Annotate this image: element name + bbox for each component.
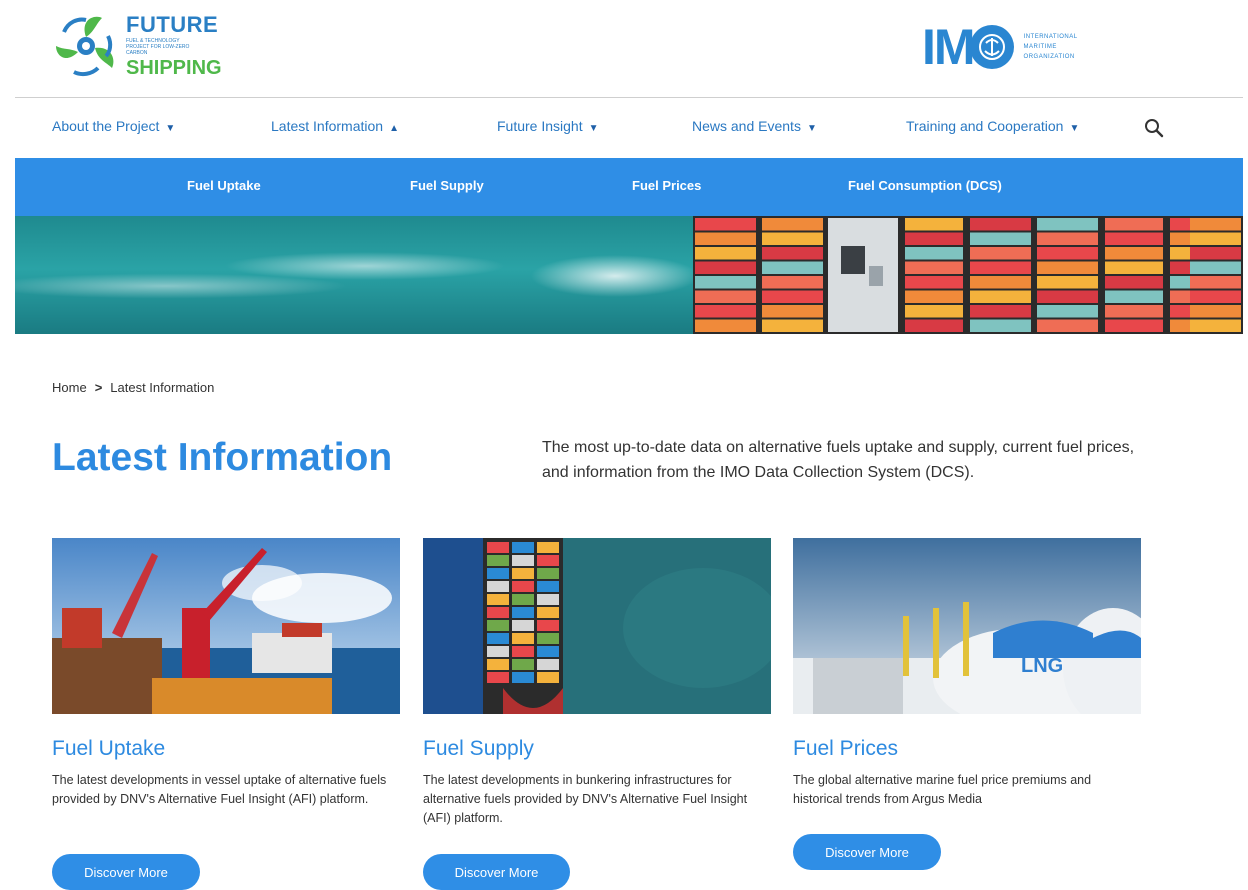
chevron-down-icon: ▼ <box>165 123 176 134</box>
discover-more-button[interactable]: Discover More <box>793 834 941 870</box>
discover-more-button[interactable]: Discover More <box>423 854 570 890</box>
card-title[interactable]: Fuel Supply <box>423 737 773 761</box>
nav-label: About the Project <box>52 118 160 134</box>
card-title[interactable]: Fuel Uptake <box>52 737 402 761</box>
lng-tanker-image[interactable]: LNG <box>793 538 1163 728</box>
subnav-fuel-supply[interactable]: Fuel Supply <box>410 178 484 193</box>
search-icon[interactable] <box>1143 117 1165 139</box>
page-title: Latest Information <box>52 436 393 479</box>
nav-label: Latest Information <box>271 118 384 134</box>
propeller-logo-icon <box>56 16 114 77</box>
container-ship-aerial-image[interactable] <box>423 538 783 714</box>
subnav-fuel-uptake[interactable]: Fuel Uptake <box>187 178 261 193</box>
chevron-down-icon: ▼ <box>1069 123 1080 134</box>
lng-label: LNG <box>1021 655 1063 677</box>
discover-more-button[interactable]: Discover More <box>52 854 200 890</box>
container-ship-image <box>693 216 1243 334</box>
imo-logo[interactable]: IM INTERNATIONAL MARITIME ORGANIZATION <box>922 22 1078 72</box>
card-title[interactable]: Fuel Prices <box>793 737 1143 761</box>
nav-about-the-project[interactable]: About the Project ▼ <box>52 118 175 134</box>
card-description: The latest developments in bunkering inf… <box>423 773 748 825</box>
card-description: The latest developments in vessel uptake… <box>52 773 387 806</box>
imo-emblem-icon <box>969 25 1014 69</box>
chevron-down-icon: ▼ <box>806 123 817 134</box>
subnav-fuel-consumption-dcs[interactable]: Fuel Consumption (DCS) <box>848 178 1002 193</box>
main-nav: About the Project ▼ Latest Information ▲ F… <box>0 98 1248 158</box>
nav-latest-information[interactable]: Latest Information ▲ <box>271 118 399 134</box>
chevron-down-icon: ▼ <box>588 123 599 134</box>
card-fuel-uptake: Fuel Uptake The latest developments in v… <box>52 538 402 809</box>
sub-nav: Fuel Uptake Fuel Supply Fuel Prices Fuel… <box>15 158 1243 216</box>
breadcrumb-separator-icon: > <box>94 380 103 395</box>
nav-label: Future Insight <box>497 118 583 134</box>
site-header: FUTURE FUEL & TECHNOLOGY PROJECT FOR LOW… <box>0 0 1248 98</box>
imo-sub-2: MARITIME <box>1023 44 1057 50</box>
logo-tagline: FUEL & TECHNOLOGY PROJECT FOR LOW-ZERO C… <box>126 38 190 56</box>
nav-future-insight[interactable]: Future Insight ▼ <box>497 118 599 134</box>
imo-sub-1: INTERNATIONAL <box>1023 34 1078 40</box>
ocean-wake-image <box>15 216 693 334</box>
nav-label: News and Events <box>692 118 801 134</box>
breadcrumb-home[interactable]: Home <box>52 380 87 395</box>
breadcrumb: Home > Latest Information <box>52 380 214 395</box>
nav-training-and-cooperation[interactable]: Training and Cooperation ▼ <box>906 118 1079 134</box>
card-fuel-supply: Fuel Supply The latest developments in b… <box>423 538 783 828</box>
nav-label: Training and Cooperation <box>906 118 1064 134</box>
imo-sub-3: ORGANIZATION <box>1023 54 1075 60</box>
page-intro: The most up-to-date data on alternative … <box>542 439 1135 481</box>
logo-future-text: FUTURE <box>126 12 219 37</box>
breadcrumb-current: Latest Information <box>110 380 215 395</box>
nav-news-and-events[interactable]: News and Events ▼ <box>692 118 817 134</box>
future-shipping-logo[interactable]: FUTURE FUEL & TECHNOLOGY PROJECT FOR LOW… <box>50 10 222 82</box>
chevron-up-icon: ▲ <box>389 123 399 134</box>
hero-banner <box>15 216 1243 334</box>
offshore-platform-image[interactable] <box>52 538 400 714</box>
subnav-fuel-prices[interactable]: Fuel Prices <box>632 178 701 193</box>
logo-shipping-text: SHIPPING <box>126 57 222 79</box>
card-description: The global alternative marine fuel price… <box>793 773 1092 806</box>
card-fuel-prices: LNG Fuel Prices The global alternative m… <box>793 538 1163 809</box>
imo-letters: IM <box>922 19 976 75</box>
